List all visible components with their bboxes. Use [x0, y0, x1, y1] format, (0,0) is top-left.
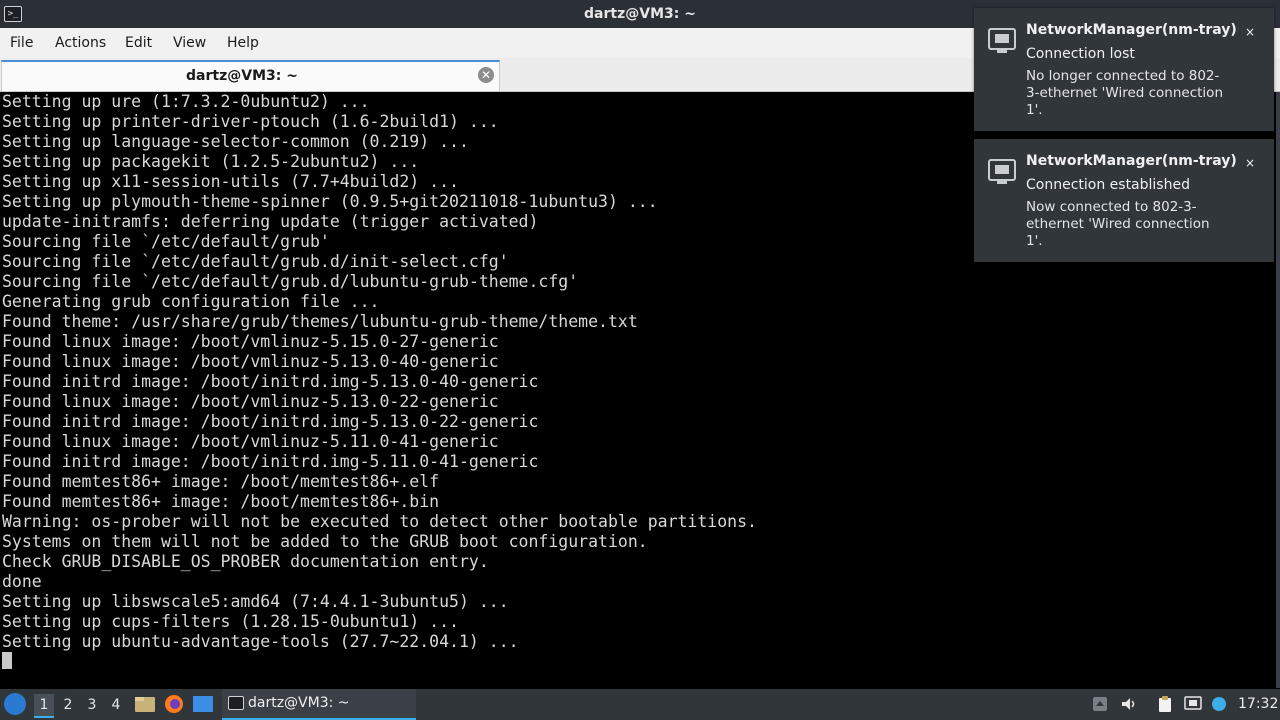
close-icon[interactable]: ×: [1244, 157, 1256, 169]
terminal-line: Setting up plymouth-theme-spinner (0.9.5…: [2, 192, 658, 211]
file-manager-icon[interactable]: [134, 694, 156, 714]
close-icon[interactable]: ×: [1244, 26, 1256, 38]
notification-body: No longer connected to 802-3-ethernet 'W…: [1026, 68, 1223, 118]
terminal-line: Warning: os-prober will not be executed …: [2, 512, 757, 531]
desktop-4[interactable]: 4: [106, 694, 126, 716]
terminal-line: Generating grub configuration file ...: [2, 292, 380, 311]
terminal-line: Found memtest86+ image: /boot/memtest86+…: [2, 472, 440, 491]
desktop-2[interactable]: 2: [58, 694, 78, 716]
terminal-line: Found theme: /usr/share/grub/themes/lubu…: [2, 312, 638, 331]
terminal-line: Setting up printer-driver-ptouch (1.6-2b…: [2, 112, 499, 131]
menu-file[interactable]: File: [10, 35, 33, 51]
terminal-line: Setting up libswscale5:amd64 (7:4.4.1-3u…: [2, 592, 509, 611]
menu-actions[interactable]: Actions: [55, 35, 106, 51]
start-menu-icon[interactable]: [4, 693, 26, 715]
terminal-line: Found linux image: /boot/vmlinuz-5.13.0-…: [2, 352, 499, 371]
terminal-line: Check GRUB_DISABLE_OS_PROBER documentati…: [2, 552, 489, 571]
notification-connection-lost[interactable]: NetworkManager(nm-tray) Connection lost …: [974, 8, 1274, 131]
terminal-line: done: [2, 572, 42, 591]
notification-app-name: NetworkManager(nm-tray): [1026, 22, 1237, 38]
terminal-line: Systems on them will not be added to the…: [2, 532, 648, 551]
terminal-line: Found memtest86+ image: /boot/memtest86+…: [2, 492, 440, 511]
terminal-line: Found linux image: /boot/vmlinuz-5.15.0-…: [2, 332, 499, 351]
network-wired-icon: [988, 28, 1016, 53]
terminal-icon: [228, 696, 244, 710]
volume-icon[interactable]: [1120, 695, 1138, 713]
terminal-line: Setting up cups-filters (1.28.15-0ubuntu…: [2, 612, 459, 631]
notification-body: Now connected to 802-3-ethernet 'Wired c…: [1026, 199, 1210, 249]
firefox-icon[interactable]: [163, 694, 185, 714]
taskbar-task-terminal[interactable]: dartz@VM3: ~: [222, 689, 416, 720]
tray-updates-icon[interactable]: [1091, 695, 1109, 713]
menu-help[interactable]: Help: [227, 35, 259, 51]
task-label: dartz@VM3: ~: [248, 695, 350, 711]
bluetooth-icon[interactable]: [1210, 695, 1228, 713]
terminal-line: Found initrd image: /boot/initrd.img-5.1…: [2, 372, 539, 391]
desktop-1[interactable]: 1: [34, 694, 54, 718]
terminal-line: Found linux image: /boot/vmlinuz-5.11.0-…: [2, 432, 499, 451]
notification-summary: Connection established: [1026, 177, 1190, 193]
terminal-line: Sourcing file `/etc/default/grub.d/init-…: [2, 252, 509, 271]
terminal-line: Setting up x11-session-utils (7.7+4build…: [2, 172, 459, 191]
clipboard-icon[interactable]: [1156, 695, 1174, 713]
terminal-line: Found initrd image: /boot/initrd.img-5.1…: [2, 412, 539, 431]
terminal-line: Setting up language-selector-common (0.2…: [2, 132, 469, 151]
taskbar: 1 2 3 4 dartz@VM3: ~ 17:32: [0, 689, 1280, 720]
notification-summary: Connection lost: [1026, 46, 1135, 62]
menu-view[interactable]: View: [173, 35, 206, 51]
terminal-line: Found initrd image: /boot/initrd.img-5.1…: [2, 452, 539, 471]
network-wired-icon[interactable]: [1184, 695, 1202, 713]
network-wired-icon: [988, 159, 1016, 184]
desktop-3[interactable]: 3: [82, 694, 102, 716]
notification-app-name: NetworkManager(nm-tray): [1026, 153, 1237, 169]
tab-label: dartz@VM3: ~: [186, 68, 298, 84]
tab-close-icon[interactable]: ✕: [478, 67, 494, 83]
terminal-line: Setting up ure (1:7.3.2-0ubuntu2) ...: [2, 92, 370, 111]
clock[interactable]: 17:32: [1238, 696, 1278, 712]
terminal-tab[interactable]: dartz@VM3: ~ ✕: [1, 60, 500, 91]
terminal-line: update-initramfs: deferring update (trig…: [2, 212, 539, 231]
terminal-line: Setting up ubuntu-advantage-tools (27.7~…: [2, 632, 519, 651]
show-desktop-icon[interactable]: [192, 694, 214, 714]
terminal-cursor: [2, 652, 12, 669]
terminal-line: Sourcing file `/etc/default/grub.d/lubun…: [2, 272, 579, 291]
notification-connection-established[interactable]: NetworkManager(nm-tray) Connection estab…: [974, 139, 1274, 262]
terminal-line: Setting up packagekit (1.2.5-2ubuntu2) .…: [2, 152, 420, 171]
terminal-line: Found linux image: /boot/vmlinuz-5.13.0-…: [2, 392, 499, 411]
terminal-line: Sourcing file `/etc/default/grub': [2, 232, 330, 251]
menu-edit[interactable]: Edit: [125, 35, 152, 51]
